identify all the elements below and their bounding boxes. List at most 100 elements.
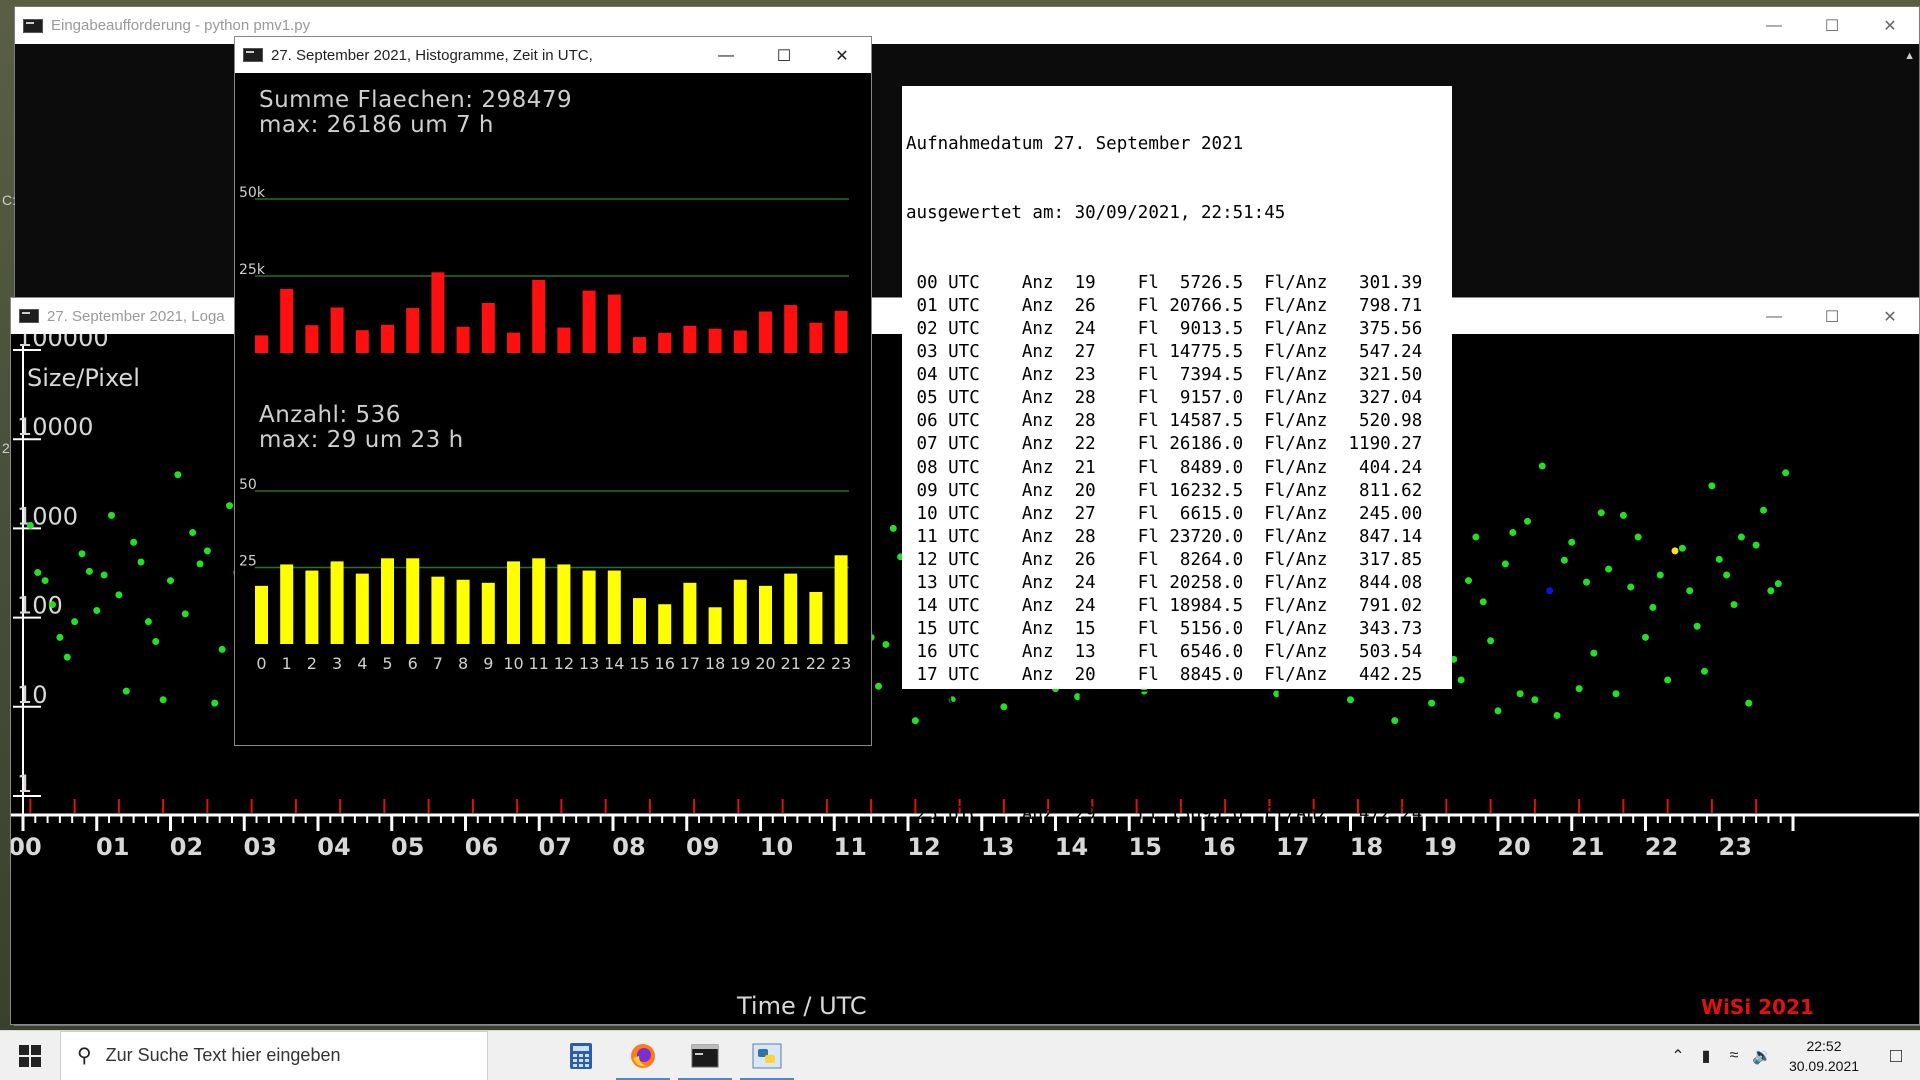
hour-label: 18 [705, 654, 725, 673]
count-bar [809, 591, 823, 644]
python-app[interactable] [736, 1031, 798, 1080]
y-tick-label: 100 [17, 592, 63, 620]
hour-label: 17 [680, 654, 700, 673]
y-tick-label: 1000 [17, 502, 78, 530]
volume-icon[interactable]: 🔉 [1748, 1046, 1776, 1066]
terminal-icon [691, 1044, 719, 1067]
table-row: 06 UTC Anz 28 Fl 14587.5 Fl/Anz 520.98 [906, 411, 1423, 432]
wifi-icon[interactable]: ≈ [1720, 1047, 1748, 1065]
table-row: 00 UTC Anz 19 Fl 5726.5 Fl/Anz 301.39 [906, 272, 1423, 293]
close-button[interactable]: ✕ [1861, 7, 1919, 44]
minimize-button[interactable]: — [1745, 7, 1803, 44]
x-tick-label: 03 [244, 833, 277, 861]
hour-label: 14 [604, 654, 624, 673]
table-header-evaluated: ausgewertet am: 30/09/2021, 22:51:45 [906, 203, 1286, 224]
data-point [882, 640, 890, 648]
hist-title: 27. September 2021, Histogramme, Zeit in… [271, 46, 593, 64]
hour-label: 8 [458, 654, 468, 673]
table-row: 19 UTC Anz 21 Fl 7316.5 Fl/Anz 348.40 [906, 711, 1423, 732]
histogram-window[interactable]: 27. September 2021, Histogramme, Zeit in… [234, 36, 872, 746]
area-bar [406, 308, 420, 353]
area-grid-label: 25k [239, 262, 266, 278]
hour-label: 13 [579, 654, 599, 673]
data-point [1737, 533, 1745, 541]
calculator-app[interactable] [550, 1031, 612, 1080]
y-axis-label: Size/Pixel [27, 364, 140, 392]
data-point [1553, 711, 1561, 719]
scroll-up-icon[interactable]: ▲ [1904, 50, 1915, 62]
hour-label: 12 [554, 654, 574, 673]
taskbar-search[interactable]: ⚲ Zur Suche Text hier eingeben [60, 1030, 488, 1080]
maximize-button[interactable]: ☐ [1803, 7, 1861, 44]
data-point [1715, 555, 1723, 563]
table-row: 04 UTC Anz 23 Fl 7394.5 Fl/Anz 321.50 [906, 365, 1423, 386]
data-point [1671, 547, 1679, 555]
close-button[interactable]: ✕ [813, 37, 871, 74]
x-tick-label: 00 [11, 833, 42, 861]
data-point [1656, 571, 1664, 579]
data-point [1723, 571, 1731, 579]
data-point [1575, 685, 1583, 693]
x-axis-label: Time / UTC [736, 992, 867, 1020]
count-bar [280, 564, 294, 644]
x-tick-label: 20 [1497, 833, 1530, 861]
y-tick-label: 100000 [17, 334, 109, 352]
hour-label: 9 [483, 654, 493, 673]
data-point [108, 511, 115, 519]
count-grid-label: 25 [239, 554, 257, 570]
battery-icon[interactable]: ▮ [1692, 1046, 1720, 1066]
data-point [1487, 637, 1495, 645]
count-bar [557, 564, 571, 644]
data-point [1782, 469, 1790, 477]
minimize-button[interactable]: — [1745, 298, 1803, 335]
chevron-up-icon[interactable]: ⌃ [1664, 1046, 1692, 1066]
area-bar [658, 332, 672, 353]
hour-label: 23 [831, 654, 851, 673]
start-button[interactable] [0, 1031, 60, 1080]
data-point [226, 502, 233, 510]
firefox-app[interactable] [612, 1031, 674, 1080]
count-bar [633, 598, 646, 644]
data-point [71, 618, 79, 626]
count-bar [532, 558, 546, 644]
data-point [159, 696, 167, 704]
x-tick-label: 23 [1719, 833, 1752, 861]
area-bar [456, 326, 470, 353]
firefox-icon [631, 1043, 655, 1068]
area-bar [305, 325, 319, 353]
app-icon [19, 309, 39, 323]
clock[interactable]: 22:52 30.09.2021 [1776, 1036, 1872, 1076]
terminal-app[interactable] [674, 1031, 736, 1080]
data-point [1583, 578, 1590, 586]
close-button[interactable]: ✕ [1861, 298, 1919, 335]
hist-titlebar[interactable]: 27. September 2021, Histogramme, Zeit in… [235, 37, 871, 73]
data-point [115, 591, 123, 599]
hour-label: 5 [382, 654, 392, 673]
x-tick-label: 02 [170, 833, 203, 861]
minimize-button[interactable]: — [697, 37, 755, 74]
data-point [100, 571, 108, 579]
clock-date: 30.09.2021 [1788, 1058, 1860, 1074]
count-bar [406, 558, 420, 644]
table-row: 23 UTC Anz 29 Fl 13695.0 Fl/Anz 472.24 [906, 803, 1423, 824]
count-bar [355, 573, 369, 644]
maximize-button[interactable]: ☐ [1803, 298, 1861, 335]
search-placeholder: Zur Suche Text hier eingeben [105, 1045, 341, 1065]
count-bar [834, 555, 848, 644]
table-row: 15 UTC Anz 15 Fl 5156.0 Fl/Anz 343.73 [906, 619, 1423, 640]
notification-icon[interactable]: □ [1872, 1045, 1920, 1068]
count-grid-label: 50 [239, 477, 257, 493]
histogram-svg: 50k25k50250 1 2 3 4 5 6 7 8 9 10 11 12 13 14 15 16 17 18 19… [239, 185, 851, 673]
data-point [56, 633, 64, 641]
app-icon [243, 48, 263, 62]
hour-label: 22 [806, 654, 826, 673]
data-point [174, 471, 182, 479]
count-bar [456, 579, 470, 644]
data-point [1752, 541, 1760, 549]
data-point [1642, 633, 1649, 641]
table-row: 09 UTC Anz 20 Fl 16232.5 Fl/Anz 811.62 [906, 480, 1423, 501]
data-point [1612, 690, 1620, 698]
maximize-button[interactable]: ☐ [755, 37, 813, 74]
area-bar [431, 272, 445, 353]
hour-label: 10 [503, 654, 523, 673]
